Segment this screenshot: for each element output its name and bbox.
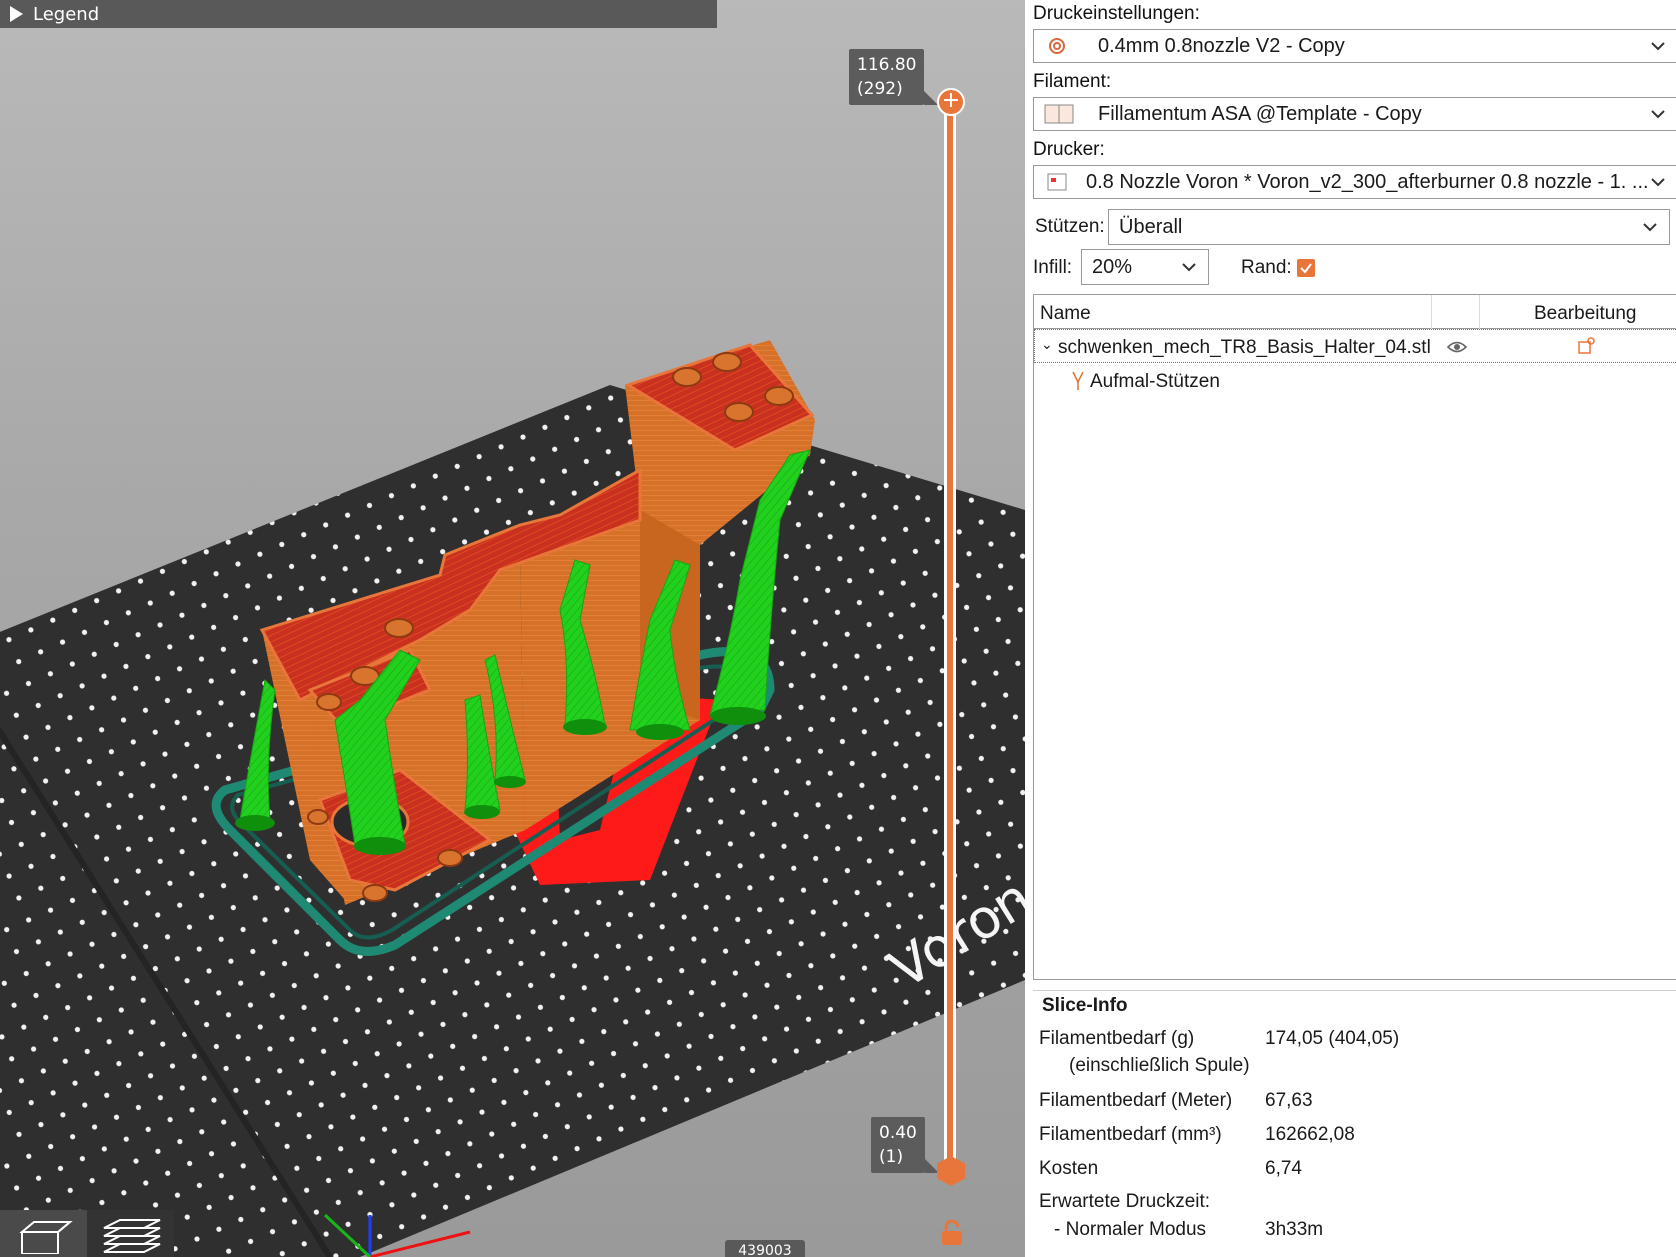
eye-icon[interactable] — [1447, 340, 1467, 354]
layers-icon — [103, 1218, 160, 1253]
print-settings-value: 0.4mm 0.8nozzle V2 - Copy — [1098, 34, 1345, 57]
print-settings-label: Druckeinstellungen: — [1033, 3, 1200, 24]
slice-info-value: 162662,08 — [1265, 1124, 1355, 1145]
layer-slider-top-thumb[interactable]: + — [937, 88, 965, 116]
layer-bottom-index: (1) — [879, 1147, 904, 1167]
plus-icon: + — [941, 88, 961, 113]
slice-info-value: 67,63 — [1265, 1090, 1313, 1111]
printer-icon — [1047, 173, 1067, 191]
printer-combo[interactable]: 0.8 Nozzle Voron * Voron_v2_300_afterbur… — [1033, 165, 1676, 199]
slice-info-label: Filamentbedarf (Meter) — [1039, 1090, 1233, 1111]
preview-button[interactable] — [87, 1210, 174, 1257]
object-name: schwenken_mech_TR8_Basis_Halter_04.stl — [1058, 337, 1431, 358]
slice-info-value: 6,74 — [1265, 1158, 1302, 1179]
supports-label: Stützen: — [1035, 216, 1105, 237]
3d-view-button[interactable] — [0, 1210, 87, 1257]
layer-top-height: 116.80 — [857, 55, 917, 75]
slice-info-label: Kosten — [1039, 1158, 1099, 1179]
object-child-row[interactable]: Aufmal-Stützen — [1034, 365, 1676, 399]
layer-bottom-label: 0.40 (1) — [871, 1117, 939, 1173]
printer-label: Drucker: — [1033, 139, 1105, 160]
move-counter: 439003 — [725, 1240, 805, 1257]
paint-supports-icon — [1072, 371, 1084, 390]
infill-value: 20% — [1092, 255, 1133, 278]
cube-icon — [18, 1220, 73, 1254]
chevron-down-icon — [1651, 109, 1665, 118]
slice-info-title: Slice-Info — [1042, 995, 1128, 1016]
printer-value: 0.8 Nozzle Voron * Voron_v2_300_afterbur… — [1086, 170, 1649, 193]
3d-viewport[interactable]: Voron — [0, 0, 1025, 1257]
layer-bottom-height: 0.40 — [879, 1123, 917, 1143]
chevron-down-icon — [1643, 222, 1657, 231]
collapse-chevron-icon[interactable]: ⌄ — [1041, 336, 1053, 353]
supports-combo[interactable]: Überall — [1108, 209, 1670, 245]
object-row[interactable]: ⌄ schwenken_mech_TR8_Basis_Halter_04.stl — [1034, 329, 1676, 363]
slice-info-label: Erwartete Druckzeit: — [1039, 1191, 1211, 1212]
chevron-down-icon — [1651, 177, 1665, 186]
layer-slider-range — [947, 104, 953, 1170]
slice-info-label: Filamentbedarf (g) — [1039, 1028, 1195, 1049]
column-edit-header[interactable]: Bearbeitung — [1534, 303, 1636, 325]
slice-info-label: Filamentbedarf (mm³) — [1039, 1124, 1222, 1145]
print-settings-combo[interactable]: 0.4mm 0.8nozzle V2 - Copy — [1033, 29, 1676, 63]
filament-color-icon — [1044, 104, 1074, 124]
layer-top-index: (292) — [857, 79, 903, 99]
layer-top-label: 116.80 (292) — [849, 49, 940, 105]
chevron-down-icon — [1651, 41, 1665, 50]
chevron-down-icon — [1182, 262, 1196, 271]
slice-info-panel: Slice-Info Filamentbedarf (g) 174,05 (40… — [1033, 990, 1676, 1257]
object-list-header: Name Bearbeitung — [1034, 295, 1676, 329]
view-mode-toolbar — [0, 1210, 174, 1257]
infill-label: Infill: — [1033, 257, 1073, 278]
filament-label: Filament: — [1033, 71, 1112, 92]
infill-row: Infill: 20% Rand: — [1033, 249, 1433, 285]
slice-info-label: - Normaler Modus — [1054, 1219, 1207, 1240]
legend-label: Legend — [33, 3, 100, 25]
slice-info-label: (einschließlich Spule) — [1069, 1055, 1250, 1076]
right-sidebar: Druckeinstellungen: 0.4mm 0.8nozzle V2 -… — [1025, 0, 1676, 1257]
supports-row: Stützen: Überall — [1035, 209, 1676, 245]
child-name: Aufmal-Stützen — [1090, 371, 1220, 392]
brim-label: Rand: — [1241, 257, 1292, 278]
object-list[interactable]: Name Bearbeitung ⌄ schwenken_mech_TR8_Ba… — [1033, 294, 1676, 980]
lock-icon[interactable] — [940, 1220, 964, 1246]
checkmark-icon — [1300, 263, 1312, 274]
legend-toggle[interactable]: Legend — [0, 0, 717, 28]
filament-combo[interactable]: Fillamentum ASA @Template - Copy — [1033, 97, 1676, 131]
brim-checkbox[interactable] — [1297, 259, 1315, 277]
filament-value: Fillamentum ASA @Template - Copy — [1098, 102, 1422, 125]
scene-render: Voron — [0, 340, 1025, 1257]
infill-combo[interactable]: 20% — [1081, 249, 1209, 285]
expand-triangle-icon — [10, 6, 23, 22]
slice-info-value: 3h33m — [1265, 1219, 1324, 1240]
cog-icon — [1049, 38, 1065, 54]
supports-value: Überall — [1119, 215, 1183, 238]
edit-settings-icon[interactable] — [1577, 337, 1595, 355]
slice-info-value: 174,05 (404,05) — [1265, 1028, 1400, 1049]
column-name-header[interactable]: Name — [1040, 303, 1091, 325]
